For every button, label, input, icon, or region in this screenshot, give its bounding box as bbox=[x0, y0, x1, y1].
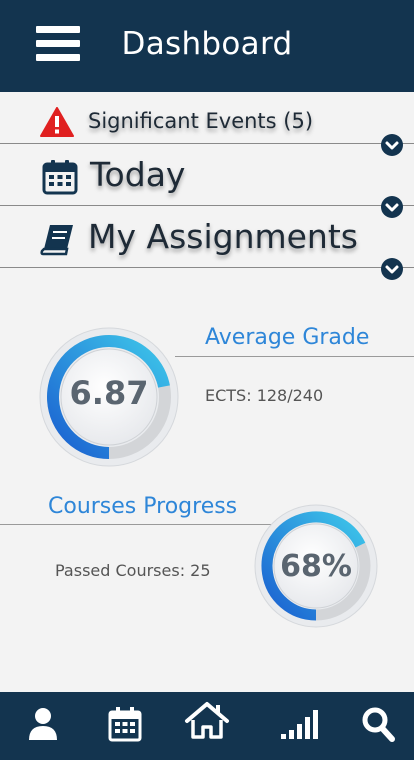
average-grade-value: 6.87 bbox=[69, 374, 149, 412]
nav-search[interactable] bbox=[361, 706, 395, 746]
app-header: Dashboard bbox=[0, 0, 414, 92]
section-label: Significant Events (5) bbox=[88, 109, 314, 133]
section-label: Today bbox=[90, 155, 186, 194]
nav-stats[interactable] bbox=[280, 708, 320, 744]
user-icon bbox=[29, 708, 57, 740]
signal-bars-icon bbox=[281, 710, 318, 739]
average-grade-title: Average Grade bbox=[205, 325, 370, 350]
warning-icon bbox=[40, 107, 74, 137]
page-title: Dashboard bbox=[121, 26, 293, 62]
divider bbox=[0, 524, 280, 525]
chevron-down-icon[interactable] bbox=[381, 258, 403, 280]
passed-courses-detail: Passed Courses: 25 bbox=[55, 561, 211, 580]
search-icon bbox=[362, 707, 395, 742]
calendar-icon bbox=[108, 707, 142, 742]
courses-progress-title: Courses Progress bbox=[48, 494, 238, 519]
nav-profile[interactable] bbox=[28, 706, 58, 746]
nav-calendar[interactable] bbox=[108, 706, 142, 746]
section-my-assignments[interactable]: My Assignments bbox=[0, 206, 414, 268]
bottom-nav bbox=[0, 692, 414, 760]
hamburger-menu-icon[interactable] bbox=[36, 26, 80, 66]
nav-home[interactable] bbox=[183, 700, 231, 744]
calendar-icon bbox=[42, 160, 78, 195]
home-icon bbox=[185, 702, 229, 739]
divider bbox=[175, 356, 414, 357]
book-icon bbox=[40, 225, 73, 256]
average-grade-gauge: 6.87 bbox=[38, 326, 180, 468]
courses-progress-value: 68% bbox=[280, 549, 352, 584]
event-count-badge: (5) bbox=[283, 109, 314, 133]
courses-progress-gauge: 68% bbox=[253, 503, 379, 629]
section-significant-events[interactable]: Significant Events (5) bbox=[0, 92, 414, 144]
section-today[interactable]: Today bbox=[0, 144, 414, 206]
ects-detail: ECTS: 128/240 bbox=[205, 386, 324, 405]
divider bbox=[0, 267, 414, 268]
section-label: My Assignments bbox=[88, 217, 358, 256]
